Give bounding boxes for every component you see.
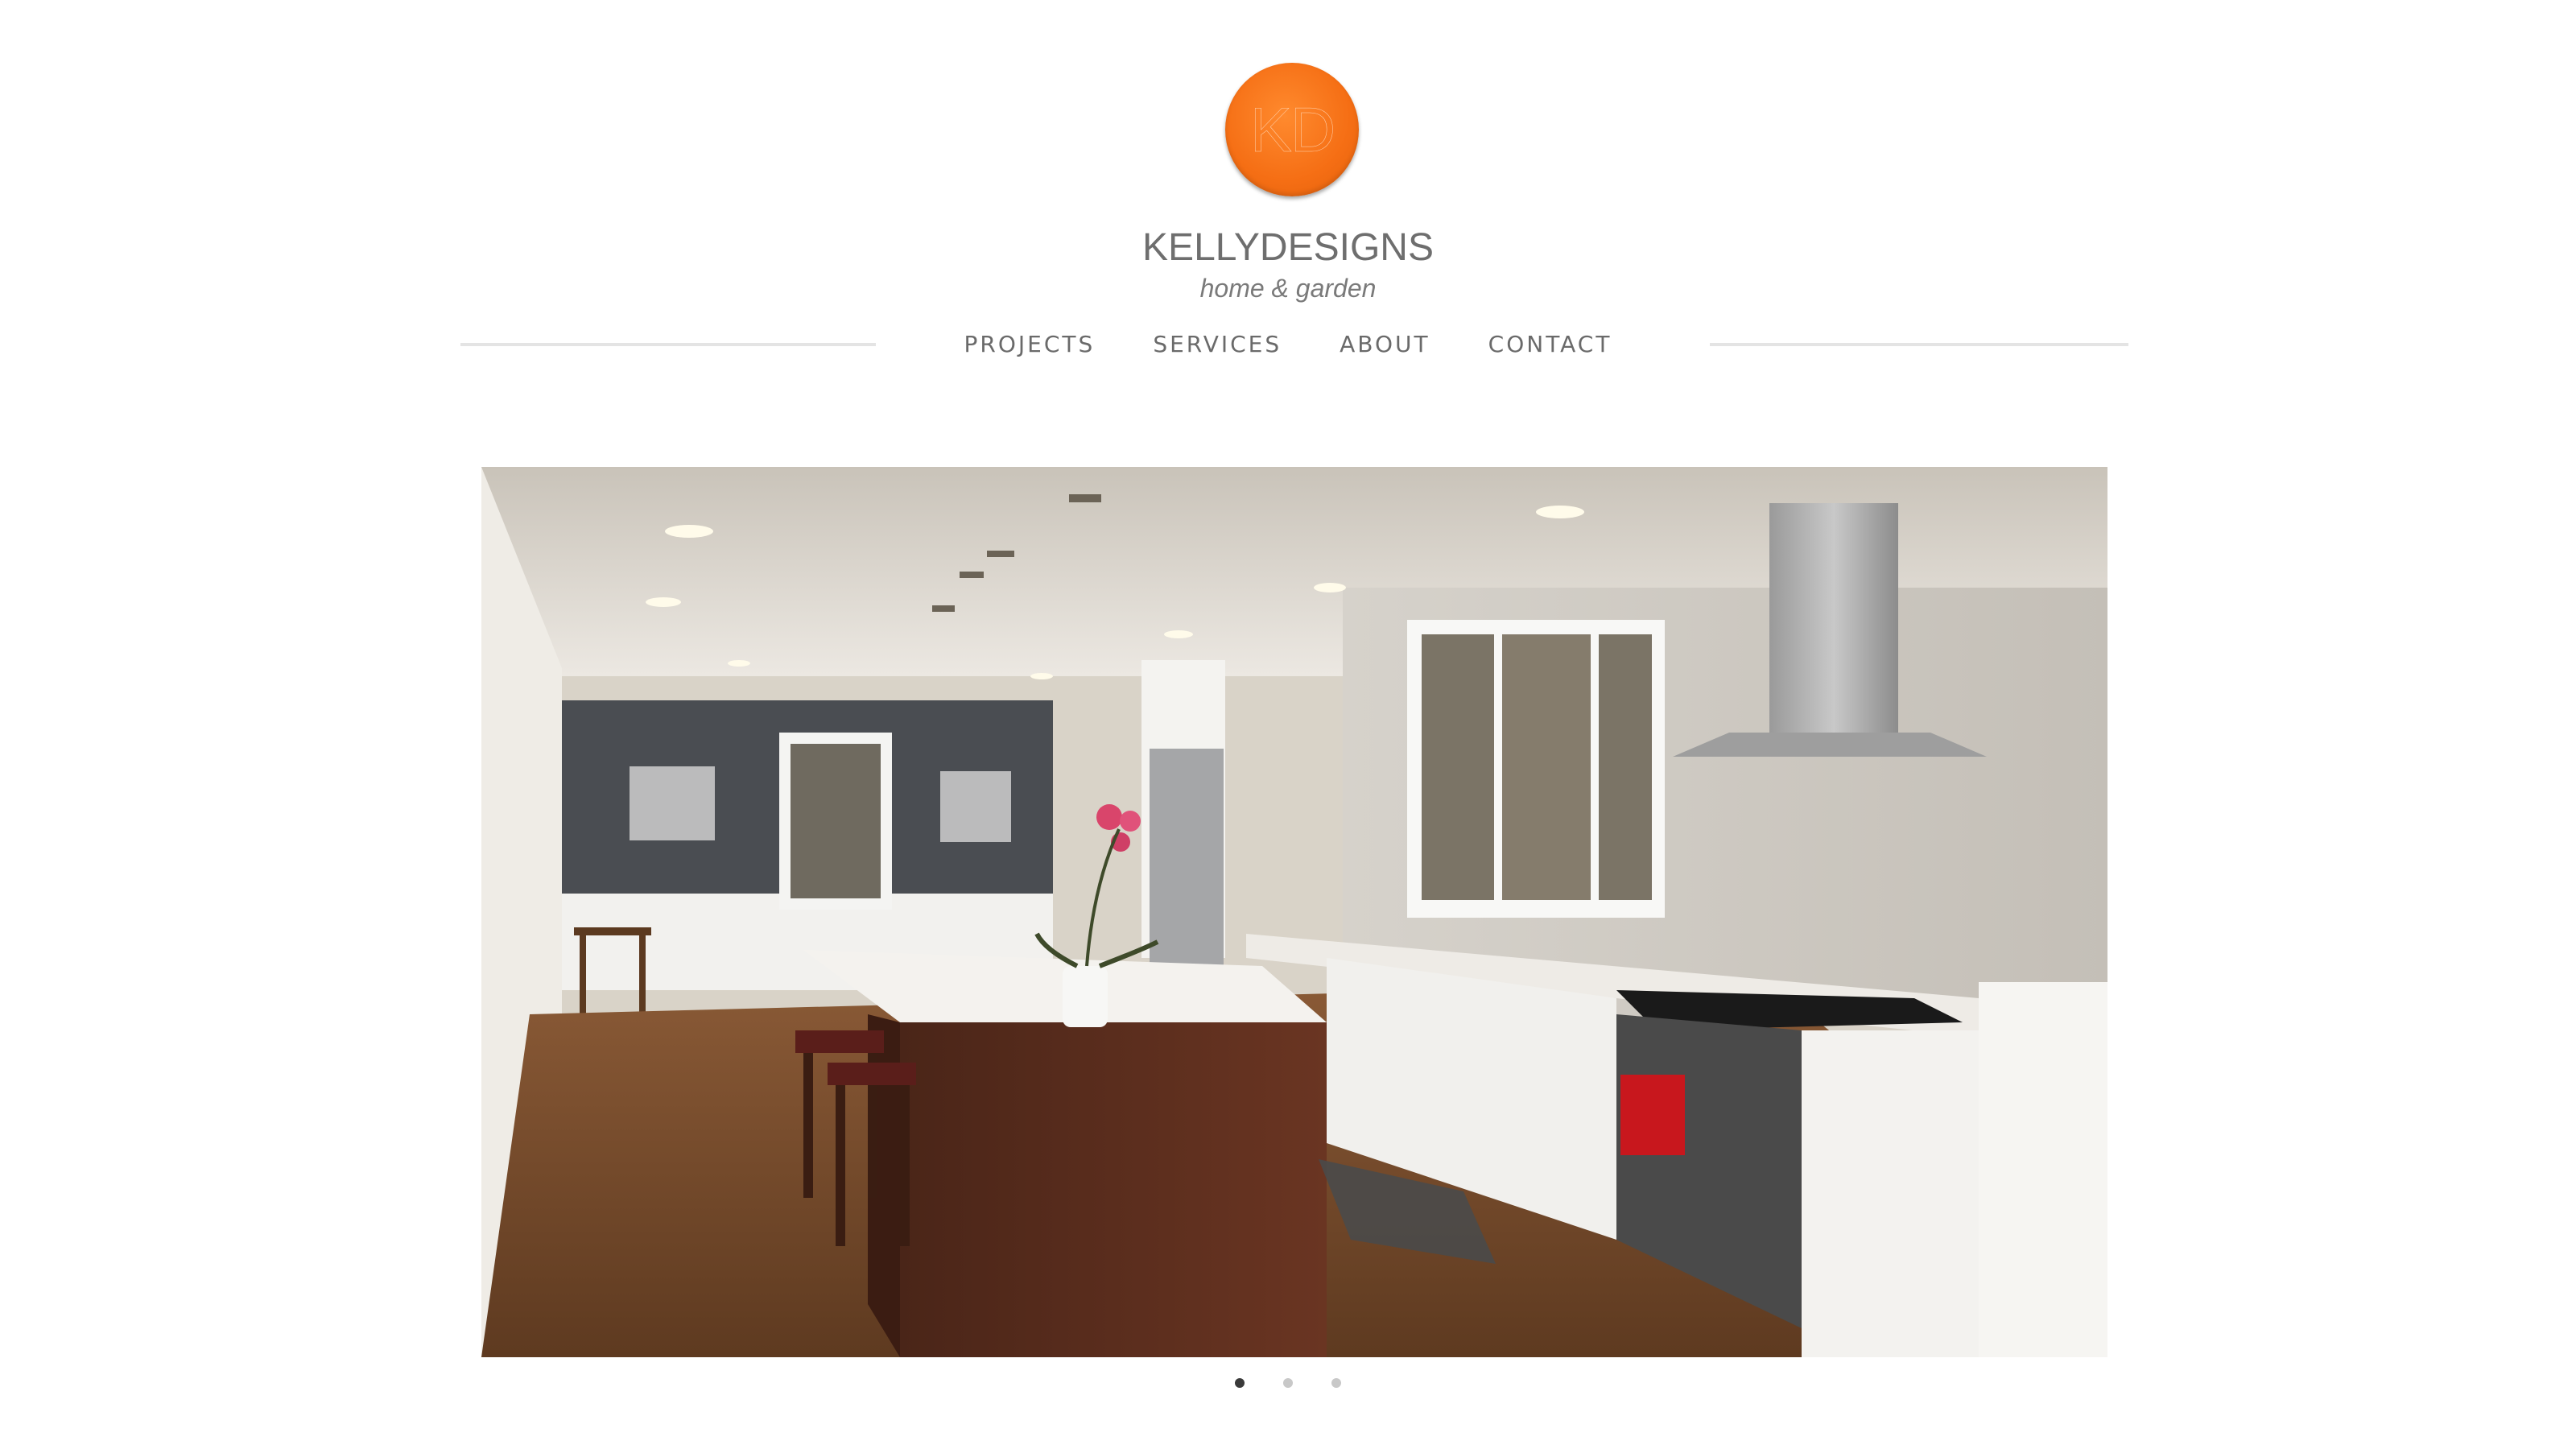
slide-dot-2[interactable] [1283,1378,1293,1388]
logo[interactable]: KD [1225,63,1359,196]
site-header: KD KELLYDESIGNS home & garden PROJECTS S… [0,0,2576,370]
brand-tagline: home & garden [1199,274,1377,303]
nav-item-contact[interactable]: CONTACT [1488,327,1612,362]
brand-name[interactable]: KELLYDESIGNS [0,224,2576,272]
slide-dot-1[interactable] [1235,1378,1245,1388]
nav-item-services[interactable]: SERVICES [1153,327,1282,362]
nav-item-projects[interactable]: PROJECTS [964,327,1096,362]
logo-monogram: KD [1249,94,1336,165]
kitchen-photo [481,467,2107,1357]
main-nav: PROJECTS SERVICES ABOUT CONTACT [0,327,2576,362]
slideshow-image[interactable] [481,467,2107,1357]
nav-item-about[interactable]: ABOUT [1340,327,1430,362]
slideshow-pagination [0,1373,2576,1393]
slide-dot-3[interactable] [1331,1378,1341,1388]
